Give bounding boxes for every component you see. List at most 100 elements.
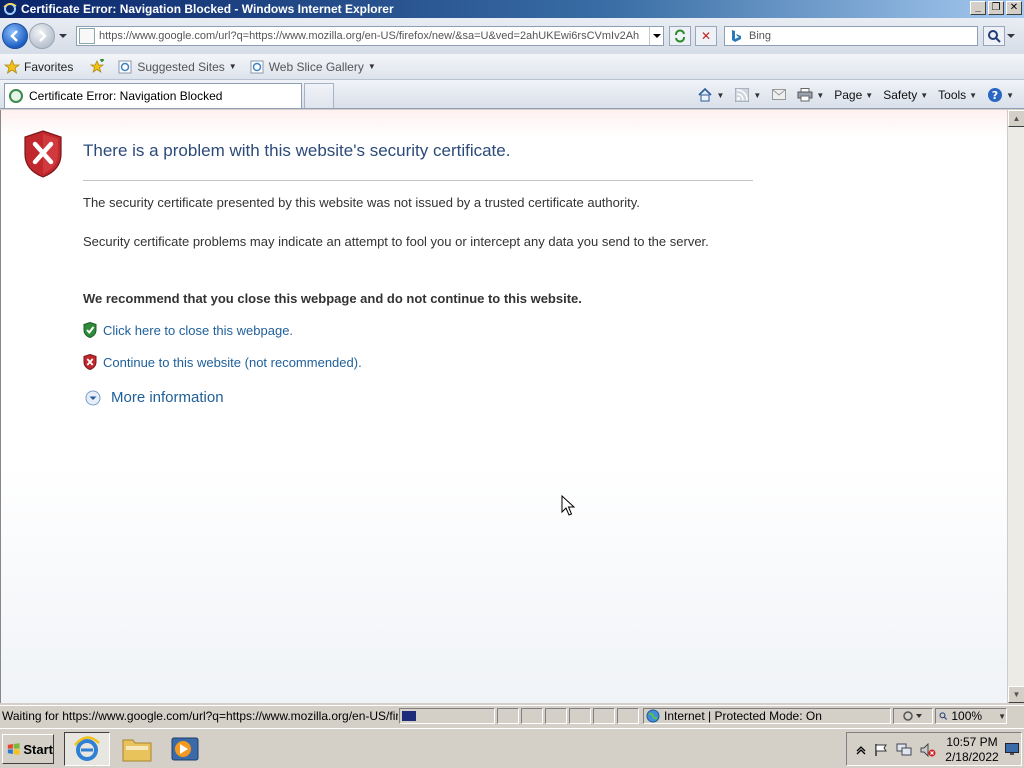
restore-button[interactable]: ❐ — [988, 1, 1004, 15]
certificate-issue-text: The security certificate presented by th… — [83, 195, 640, 210]
status-pane — [593, 708, 615, 724]
favorites-label: Favorites — [24, 59, 74, 74]
page-menu-label: Page — [834, 88, 863, 102]
network-icon[interactable] — [896, 742, 912, 758]
ie-page-icon — [117, 59, 133, 75]
status-pane — [617, 708, 639, 724]
chevron-down-icon[interactable]: ▼ — [816, 91, 824, 100]
search-input[interactable]: Bing — [749, 30, 771, 42]
refresh-button[interactable] — [669, 26, 691, 46]
safety-menu-button[interactable]: Safety ▼ — [879, 84, 932, 106]
start-label: Start — [23, 741, 53, 757]
red-shield-x-icon — [83, 354, 97, 370]
media-player-icon — [171, 737, 199, 761]
navigation-bar: https://www.google.com/url?q=https://www… — [0, 18, 1024, 54]
favorites-bar: Favorites Suggested Sites ▼ Web Slice Ga… — [0, 54, 1024, 80]
chevron-down-icon: ▼ — [998, 711, 1006, 721]
back-button[interactable] — [2, 23, 28, 49]
page-content: There is a problem with this website's s… — [0, 110, 1007, 703]
minimize-button[interactable]: _ — [970, 1, 986, 15]
chevron-down-icon — [652, 34, 661, 38]
internet-explorer-icon — [74, 736, 100, 761]
vertical-scrollbar[interactable]: ▲ ▼ — [1007, 110, 1024, 703]
recommendation-text: We recommend that you close this webpage… — [83, 291, 582, 306]
tools-menu-button[interactable]: Tools ▼ — [934, 84, 981, 106]
tab-bar: Certificate Error: Navigation Blocked ▼ … — [0, 80, 1024, 109]
volume-muted-icon[interactable] — [920, 742, 936, 758]
monitor-icon — [1005, 743, 1019, 755]
expand-chevron-icon — [85, 390, 101, 405]
taskbar-windows-explorer[interactable] — [114, 732, 160, 766]
search-box[interactable]: Bing — [724, 26, 978, 46]
back-arrow-icon — [10, 30, 18, 42]
chevron-down-icon: ▼ — [228, 62, 237, 71]
rss-feed-icon — [734, 87, 750, 103]
recent-pages-dropdown-icon[interactable] — [58, 31, 68, 41]
address-dropdown-button[interactable] — [649, 27, 663, 45]
taskbar-media-player[interactable] — [162, 732, 208, 766]
page-title: There is a problem with this website's s… — [83, 141, 511, 160]
protected-mode-button[interactable] — [893, 708, 933, 724]
more-information-toggle[interactable]: More information — [85, 389, 224, 406]
close-window-button[interactable]: ✕ — [1006, 1, 1022, 15]
clock-date: 2/18/2022 — [945, 750, 999, 764]
tools-menu-label: Tools — [938, 88, 967, 102]
chevron-down-icon: ▼ — [1006, 90, 1014, 100]
scroll-down-button[interactable]: ▼ — [1008, 686, 1024, 703]
windows-logo-icon — [7, 743, 20, 755]
show-hidden-icons-button[interactable] — [853, 742, 869, 758]
feeds-button[interactable]: ▼ — [730, 84, 765, 106]
clock-time: 10:57 PM — [946, 735, 998, 749]
address-bar[interactable]: https://www.google.com/url?q=https://www… — [76, 26, 664, 46]
web-slice-gallery-label: Web Slice Gallery — [268, 59, 364, 74]
chevron-down-icon[interactable]: ▼ — [716, 91, 724, 100]
home-button[interactable]: ▼ — [693, 84, 728, 106]
favorites-button[interactable]: Favorites — [0, 56, 77, 78]
suggested-sites-button[interactable]: Suggested Sites ▼ — [113, 56, 240, 78]
scroll-up-button[interactable]: ▲ — [1008, 110, 1024, 127]
chevron-down-icon: ▼ — [920, 90, 929, 100]
zoom-icon — [939, 712, 948, 720]
web-slice-gallery-button[interactable]: Web Slice Gallery ▼ — [245, 56, 380, 78]
more-information-label[interactable]: More information — [111, 389, 224, 406]
page-menu-button[interactable]: Page ▼ — [830, 84, 877, 106]
action-center-icon[interactable] — [873, 742, 889, 758]
folder-icon — [122, 739, 152, 762]
status-pane — [545, 708, 567, 724]
status-text: Waiting for https://www.google.com/url?q… — [2, 709, 398, 723]
stop-button[interactable]: ✕ — [695, 26, 717, 46]
star-icon — [4, 58, 20, 75]
chevron-down-icon: ▼ — [367, 62, 376, 71]
title-bar: Certificate Error: Navigation Blocked - … — [0, 0, 1024, 18]
continue-label[interactable]: Continue to this website (not recommende… — [103, 355, 362, 370]
add-to-favorites-bar-button[interactable] — [85, 56, 113, 78]
address-url[interactable]: https://www.google.com/url?q=https://www… — [99, 30, 649, 42]
close-webpage-link[interactable]: Click here to close this webpage. — [83, 322, 293, 338]
close-webpage-label[interactable]: Click here to close this webpage. — [103, 323, 293, 338]
clock[interactable]: 10:57 PM 2/18/2022 — [941, 735, 1003, 765]
taskbar-internet-explorer[interactable] — [64, 732, 110, 766]
security-zone[interactable]: Internet | Protected Mode: On — [643, 708, 891, 724]
continue-to-website-link[interactable]: Continue to this website (not recommende… — [83, 354, 362, 370]
tab-certificate-error[interactable]: Certificate Error: Navigation Blocked — [4, 83, 302, 108]
mouse-cursor-icon — [561, 495, 575, 516]
show-desktop-button[interactable] — [1005, 737, 1021, 761]
chevron-down-icon[interactable]: ▼ — [753, 91, 761, 100]
search-button[interactable] — [983, 26, 1005, 46]
print-button[interactable]: ▼ — [793, 84, 828, 106]
help-button[interactable]: ? ▼ — [983, 84, 1018, 106]
chevron-up-icon — [856, 746, 866, 755]
start-button[interactable]: Start — [2, 734, 54, 764]
progress-fill — [402, 711, 416, 721]
status-pane — [497, 708, 519, 724]
ie-page-icon — [249, 59, 265, 75]
read-mail-button[interactable] — [767, 84, 791, 106]
refresh-icon — [675, 29, 685, 43]
search-options-dropdown-icon[interactable] — [1006, 31, 1016, 41]
mail-icon — [771, 87, 787, 103]
forward-button[interactable] — [29, 23, 55, 49]
ie-icon — [2, 1, 18, 17]
svg-text:?: ? — [992, 89, 998, 102]
zoom-level-button[interactable]: 100% ▼ — [935, 708, 1007, 724]
new-tab-button[interactable] — [304, 83, 334, 108]
